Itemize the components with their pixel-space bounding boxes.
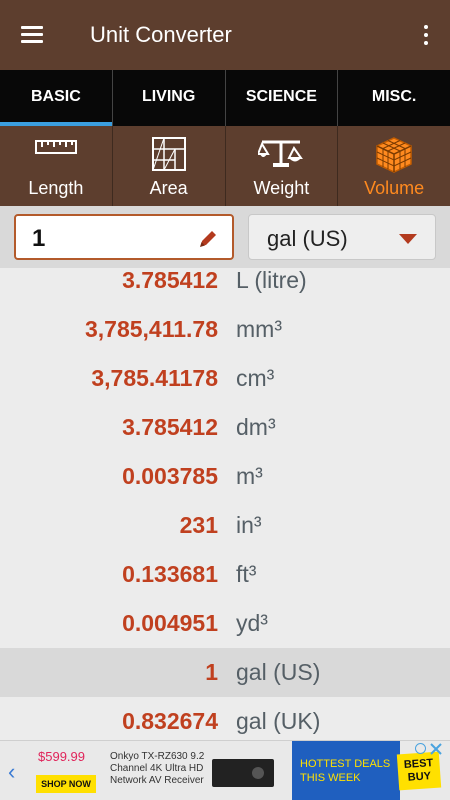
ruler-icon — [34, 140, 77, 154]
app-title: Unit Converter — [90, 22, 232, 47]
unit-dropdown[interactable]: gal (US) — [248, 214, 436, 260]
conversion-value: 0.003785 — [122, 463, 218, 489]
conversion-value: 1 — [205, 659, 218, 685]
conversion-unit: mm³ — [236, 316, 282, 342]
unit-category-bar: Length Area Weight Volume — [0, 126, 450, 206]
category-label: Length — [28, 178, 84, 198]
ad-headline: HOTTEST DEALS THIS WEEK — [292, 741, 400, 800]
tab-living[interactable]: LIVING — [113, 70, 226, 126]
hamburger-menu-icon[interactable] — [18, 22, 48, 48]
category-group-tabs: BASIC LIVING SCIENCE MISC. — [0, 70, 450, 126]
conversion-value: 0.832674 — [122, 708, 218, 734]
conversion-value: 231 — [179, 512, 218, 538]
list-item-selected[interactable]: 1 gal (US) — [0, 648, 450, 697]
av-receiver-image — [212, 759, 274, 787]
app-bar: Unit Converter — [0, 0, 450, 70]
conversion-unit: L (litre) — [236, 268, 307, 293]
conversion-unit: gal (UK) — [236, 708, 321, 734]
conversion-unit: in³ — [236, 512, 262, 538]
shop-now-button[interactable]: SHOP NOW — [36, 775, 96, 793]
conversion-value: 3,785,411.78 — [84, 316, 218, 342]
area-grid-icon — [151, 137, 186, 171]
ad-info-icon[interactable] — [415, 743, 426, 754]
tab-basic[interactable]: BASIC — [0, 70, 113, 126]
list-item[interactable]: 3,785,411.78 mm³ — [0, 305, 450, 354]
ad-description: Onkyo TX-RZ630 9.2 Channel 4K Ultra HD N… — [110, 751, 205, 786]
close-icon[interactable] — [430, 743, 442, 755]
pencil-edit-icon[interactable] — [198, 229, 218, 249]
category-label: Area — [149, 178, 188, 198]
category-label: Volume — [364, 178, 425, 198]
conversion-unit: yd³ — [236, 610, 268, 636]
conversion-value: 0.004951 — [122, 610, 218, 636]
conversion-list: 3.785412 L (litre) 3,785,411.78 mm³ 3,78… — [0, 268, 450, 740]
tab-science[interactable]: SCIENCE — [226, 70, 339, 126]
list-item[interactable]: 3.785412 dm³ — [0, 403, 450, 452]
input-value: 1 — [32, 225, 46, 252]
category-label: Weight — [253, 178, 310, 198]
category-volume[interactable]: Volume — [338, 126, 450, 206]
conversion-unit: ft³ — [236, 561, 257, 587]
best-buy-logo: BEST BUY — [396, 751, 442, 791]
category-weight[interactable]: Weight — [226, 126, 339, 206]
chevron-left-icon[interactable]: ‹ — [8, 759, 15, 785]
conversion-value: 0.133681 — [122, 561, 218, 587]
category-length[interactable]: Length — [0, 126, 113, 206]
ad-banner[interactable]: ‹ $599.99 SHOP NOW Onkyo TX-RZ630 9.2 Ch… — [0, 740, 450, 800]
conversion-value: 3.785412 — [122, 414, 218, 440]
ad-price: $599.99 — [38, 749, 85, 764]
tab-misc[interactable]: MISC. — [338, 70, 450, 126]
category-area[interactable]: Area — [113, 126, 226, 206]
input-bar: 1 gal (US) — [0, 206, 450, 268]
value-input[interactable]: 1 — [14, 214, 234, 260]
conversion-value: 3.785412 — [122, 268, 218, 293]
list-item[interactable]: 3,785.41178 cm³ — [0, 354, 450, 403]
more-options-icon[interactable] — [414, 22, 438, 48]
chevron-down-icon — [399, 234, 417, 244]
list-item[interactable]: 3.785412 L (litre) — [0, 268, 450, 305]
list-item[interactable]: 0.003785 m³ — [0, 452, 450, 501]
conversion-unit: cm³ — [236, 365, 275, 391]
conversion-unit: gal (US) — [236, 659, 321, 685]
list-item[interactable]: 0.004951 yd³ — [0, 599, 450, 648]
list-item[interactable]: 0.832674 gal (UK) — [0, 697, 450, 740]
conversion-value: 3,785.41178 — [91, 365, 218, 391]
conversion-unit: dm³ — [236, 414, 276, 440]
scale-icon — [258, 140, 304, 167]
list-item[interactable]: 0.133681 ft³ — [0, 550, 450, 599]
cube-icon — [376, 137, 412, 173]
list-item[interactable]: 231 in³ — [0, 501, 450, 550]
conversion-unit: m³ — [236, 463, 263, 489]
selected-unit: gal (US) — [267, 226, 348, 251]
